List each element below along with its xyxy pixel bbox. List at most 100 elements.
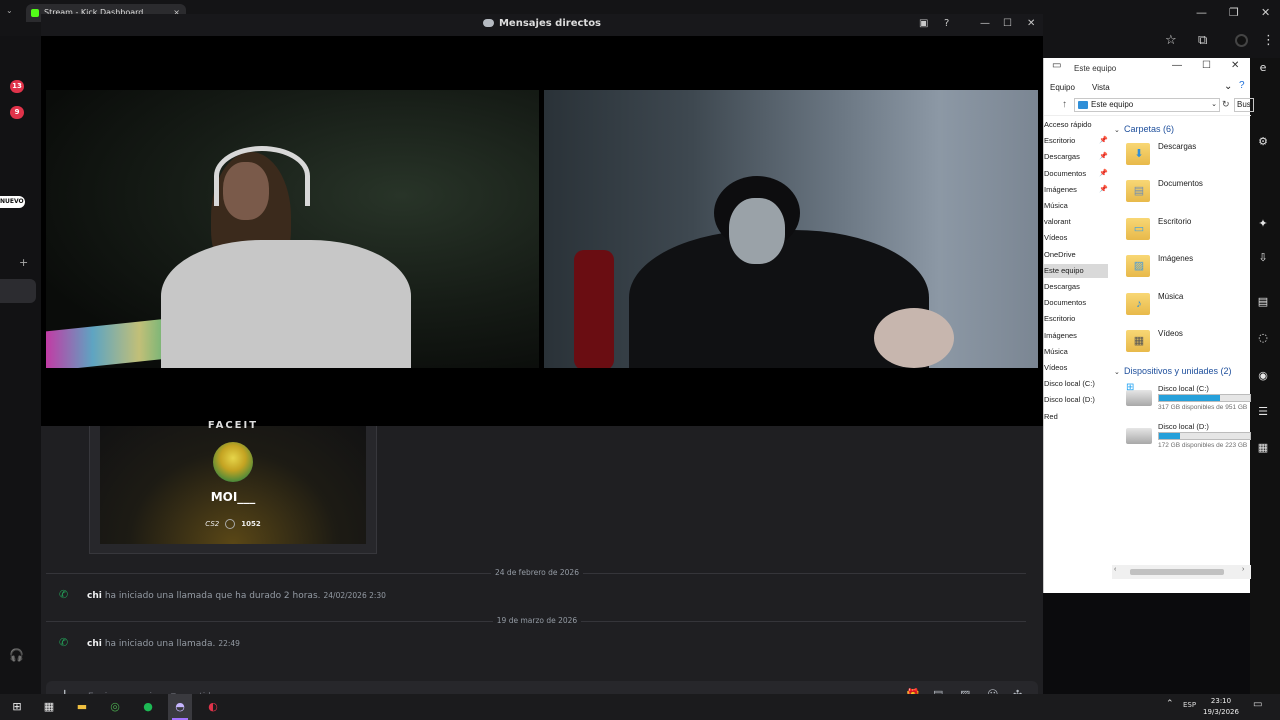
profile-avatar[interactable] bbox=[1235, 34, 1248, 47]
nav-item-label: valorant bbox=[1044, 217, 1071, 227]
minimize-icon[interactable]: — bbox=[1196, 6, 1207, 19]
folder-item[interactable]: ⬇ Descargas bbox=[1126, 140, 1251, 174]
sidebar-radio-icon[interactable]: ◉ bbox=[1255, 368, 1271, 384]
folder-item[interactable]: ♪ Música bbox=[1126, 290, 1251, 324]
windows-start-icon[interactable]: ⊞ bbox=[8, 698, 26, 716]
refresh-icon[interactable]: ↻ bbox=[1222, 99, 1230, 110]
scroll-right-icon[interactable]: › bbox=[1242, 566, 1244, 573]
sidebar-grid-icon[interactable]: ▦ bbox=[1255, 440, 1271, 456]
sidebar-list-icon[interactable]: ☰ bbox=[1255, 404, 1271, 420]
maximize-icon[interactable]: ☐ bbox=[1202, 60, 1211, 71]
help-icon[interactable]: ? bbox=[1239, 80, 1245, 91]
maximize-icon[interactable]: ☐ bbox=[1003, 18, 1012, 29]
folder-item[interactable]: ▨ Imágenes bbox=[1126, 252, 1251, 286]
video-tile-participant-1[interactable] bbox=[46, 90, 539, 368]
nav-item[interactable]: Vídeos bbox=[1044, 361, 1108, 375]
pin-icon: 📌 bbox=[1099, 137, 1108, 145]
language-indicator[interactable]: ESP bbox=[1183, 701, 1196, 709]
discord-icon[interactable]: ◓ bbox=[171, 698, 189, 716]
drive-item[interactable]: ⊞ Disco local (C:) 317 GB disponibles de 9… bbox=[1126, 382, 1251, 420]
message-author[interactable]: chi bbox=[87, 639, 102, 649]
nav-item[interactable]: Documentos bbox=[1044, 296, 1108, 310]
headset-icon[interactable]: 🎧 bbox=[9, 648, 24, 662]
sidebar-download-icon[interactable]: ⇩ bbox=[1255, 250, 1271, 266]
nav-item[interactable]: valorant bbox=[1044, 215, 1108, 229]
avatar bbox=[213, 442, 253, 482]
nav-item[interactable]: Documentos 📌 bbox=[1044, 167, 1108, 181]
minimize-icon[interactable]: — bbox=[980, 18, 990, 29]
help-icon[interactable]: ? bbox=[944, 18, 949, 29]
devices-group-header[interactable]: ⌄ Dispositivos y unidades (2) bbox=[1114, 366, 1232, 376]
faceit-card[interactable]: FACEIT MOI___ CS2 1052 bbox=[89, 420, 377, 554]
nav-item[interactable]: Vídeos bbox=[1044, 231, 1108, 245]
close-icon[interactable]: ✕ bbox=[1027, 18, 1035, 29]
minimize-icon[interactable]: — bbox=[1172, 60, 1182, 71]
folders-group-header[interactable]: ⌄ Carpetas (6) bbox=[1114, 124, 1174, 134]
nav-item[interactable]: Imágenes bbox=[1044, 329, 1108, 343]
spotify-icon[interactable]: ● bbox=[139, 698, 157, 716]
notifications-icon[interactable]: ▭ bbox=[1253, 699, 1262, 710]
tab-list-icon[interactable]: ⌄ bbox=[6, 6, 13, 15]
file-explorer-icon[interactable]: ▬ bbox=[73, 698, 91, 716]
nav-item[interactable]: Disco local (C:) bbox=[1044, 377, 1108, 391]
faceit-card-image: FACEIT MOI___ CS2 1052 bbox=[100, 420, 366, 544]
chrome-icon[interactable]: ◎ bbox=[106, 698, 124, 716]
clock[interactable]: 23:10 19/3/2026 bbox=[1198, 696, 1244, 718]
notification-badge: 9 bbox=[10, 106, 24, 119]
sidebar-chat-icon[interactable]: ◌ bbox=[1255, 330, 1271, 346]
scrollbar-thumb[interactable] bbox=[1130, 569, 1224, 575]
folder-icon: ▦ bbox=[1126, 330, 1150, 352]
nav-item[interactable]: Imágenes 📌 bbox=[1044, 183, 1108, 197]
folder-item[interactable]: ▤ Documentos bbox=[1126, 177, 1251, 211]
ribbon-tab-vista[interactable]: Vista bbox=[1092, 83, 1110, 92]
add-icon[interactable]: + bbox=[19, 256, 28, 269]
sidebar-edge-icon[interactable]: e bbox=[1255, 60, 1271, 76]
nav-item[interactable]: Disco local (D:) bbox=[1044, 393, 1108, 407]
search-input[interactable]: Bus bbox=[1234, 98, 1254, 112]
close-window-icon[interactable]: ✕ bbox=[1261, 6, 1270, 19]
extensions-icon[interactable]: ⧉ bbox=[1198, 33, 1207, 48]
nav-item-label: Descargas bbox=[1044, 282, 1080, 291]
sidebar-doc-icon[interactable]: ▤ bbox=[1255, 294, 1271, 310]
video-tile-participant-2[interactable] bbox=[544, 90, 1038, 368]
menu-icon[interactable]: ⋮ bbox=[1262, 33, 1275, 48]
chevron-down-icon[interactable]: ⌄ bbox=[1211, 99, 1217, 111]
folder-item[interactable]: ▦ Vídeos bbox=[1126, 327, 1251, 361]
inbox-icon[interactable]: ▣ bbox=[919, 18, 928, 29]
content-pane: ⌄ Carpetas (6) ⬇ Descargas ▤ Documentos ▭ Escr… bbox=[1114, 120, 1251, 570]
nav-item[interactable]: Escritorio 📌 bbox=[1044, 134, 1108, 148]
nav-item[interactable]: Acceso rápido bbox=[1044, 118, 1108, 132]
date-divider-label: 19 de marzo de 2026 bbox=[41, 616, 1033, 625]
navigation-pane: Acceso rápido Escritorio 📌 Descargas 📌 Docume… bbox=[1044, 118, 1110, 578]
ribbon-expand-icon[interactable]: ⌄ bbox=[1224, 81, 1232, 92]
selected-item[interactable] bbox=[0, 279, 36, 303]
restore-icon[interactable]: ❐ bbox=[1229, 6, 1239, 19]
recording-app-icon[interactable]: ◐ bbox=[204, 698, 222, 716]
nav-item[interactable]: Este equipo bbox=[1044, 263, 1108, 278]
folder-icon: ▤ bbox=[1126, 180, 1150, 203]
message-author[interactable]: chi bbox=[87, 591, 102, 601]
ribbon-tab-equipo[interactable]: Equipo bbox=[1050, 83, 1075, 92]
drive-item[interactable]: Disco local (D:) 172 GB disponibles de 22… bbox=[1126, 422, 1251, 458]
document-icon: ▤ bbox=[1133, 185, 1145, 198]
nav-item[interactable]: Escritorio bbox=[1044, 312, 1108, 326]
address-bar[interactable]: Este equipo ⌄ bbox=[1074, 98, 1220, 112]
nav-item[interactable]: Descargas bbox=[1044, 280, 1108, 294]
sidebar-tool-icon[interactable]: ✦ bbox=[1255, 216, 1271, 232]
chevron-up-icon[interactable]: ⌃ bbox=[1166, 699, 1174, 709]
apps-grid-icon[interactable]: ▦ bbox=[40, 698, 58, 716]
scroll-left-icon[interactable]: ‹ bbox=[1114, 566, 1116, 573]
nav-item[interactable]: Descargas 📌 bbox=[1044, 150, 1108, 164]
nav-item[interactable]: Música bbox=[1044, 199, 1108, 213]
drive-name: Disco local (C:) bbox=[1158, 384, 1209, 393]
close-icon[interactable]: ✕ bbox=[1231, 60, 1239, 71]
folder-item[interactable]: ▭ Escritorio bbox=[1126, 215, 1251, 249]
nav-item[interactable]: Música bbox=[1044, 345, 1108, 359]
up-arrow-icon[interactable]: ↑ bbox=[1062, 99, 1067, 110]
nav-item-label: Imágenes bbox=[1044, 184, 1077, 194]
horizontal-scrollbar[interactable]: ‹ › bbox=[1112, 565, 1251, 579]
sidebar-chatgpt-icon[interactable]: ⚙ bbox=[1255, 134, 1271, 150]
nav-item[interactable]: Red bbox=[1044, 410, 1108, 424]
nav-item[interactable]: OneDrive bbox=[1044, 248, 1108, 262]
bookmark-star-icon[interactable]: ☆ bbox=[1165, 33, 1177, 48]
